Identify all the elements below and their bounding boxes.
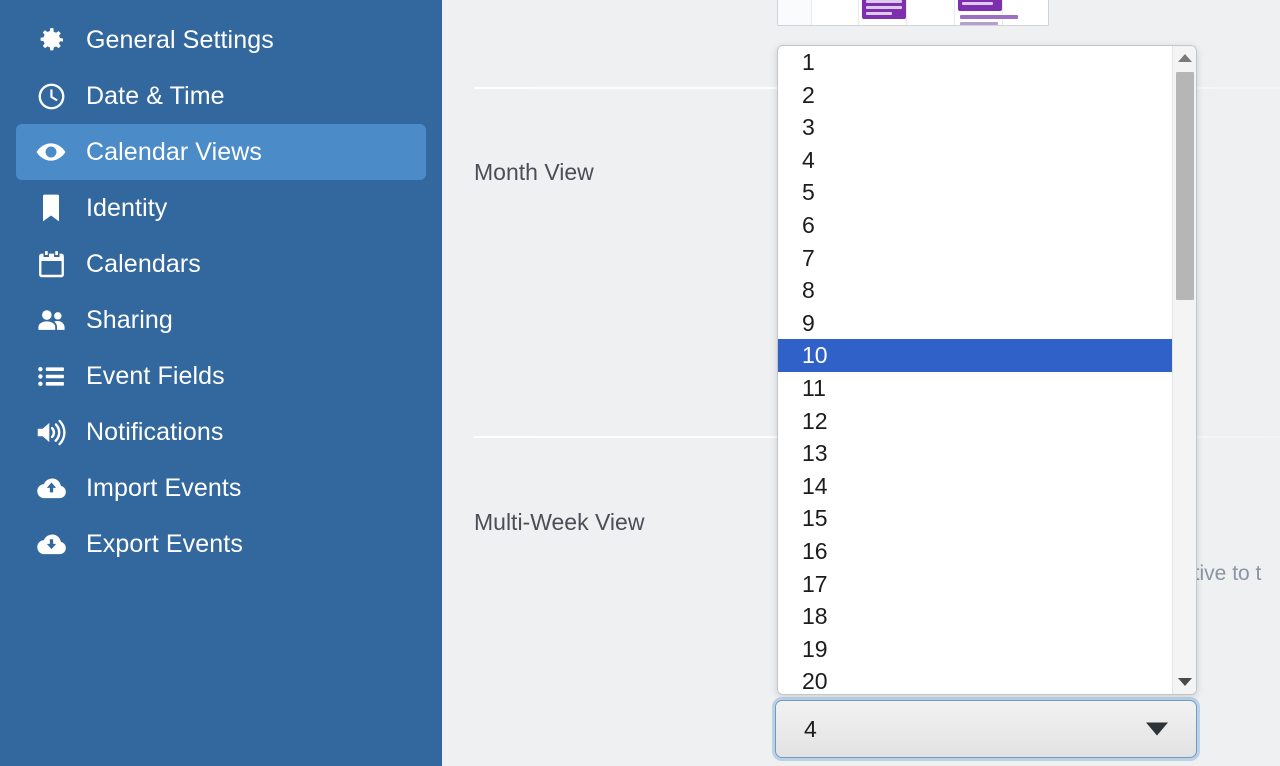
preview-grid [778,0,1048,25]
dropdown-option[interactable]: 5 [778,176,1172,209]
sidebar-item-sharing[interactable]: Sharing [16,292,426,348]
people-icon [30,304,72,337]
dropdown-option[interactable]: 19 [778,633,1172,666]
multi-week-view-label: Multi-Week View [474,509,645,535]
sidebar-item-label: Import Events [86,473,242,502]
sidebar-item-export-events[interactable]: Export Events [16,516,426,572]
dropdown-options-panel[interactable]: 1 2 3 4 5 6 7 8 9 10 11 12 13 14 15 16 1… [777,45,1197,695]
list-icon [30,361,72,392]
preview-event-text [960,22,998,25]
dropdown-option[interactable]: 2 [778,79,1172,112]
sidebar-item-import-events[interactable]: Import Events [16,460,426,516]
preview-time-gutter [778,0,812,25]
scroll-up-arrow-icon[interactable] [1173,46,1196,70]
month-view-label: Month View [474,159,594,185]
speaker-icon [30,416,72,449]
gear-icon [30,24,72,56]
dropdown-option[interactable]: 12 [778,405,1172,438]
dropdown-option[interactable]: 6 [778,209,1172,242]
dropdown-option[interactable]: 14 [778,470,1172,503]
dropdown-option[interactable]: 4 [778,144,1172,177]
sidebar-item-label: Date & Time [86,81,225,110]
sidebar-navigation: General Settings Date & Time Calendar Vi… [0,0,442,766]
sidebar-item-label: Identity [86,193,168,222]
chevron-down-icon [1146,722,1168,736]
sidebar-item-notifications[interactable]: Notifications [16,404,426,460]
sidebar-item-general-settings[interactable]: General Settings [16,12,426,68]
sidebar-item-event-fields[interactable]: Event Fields [16,348,426,404]
preview-column-line [1002,0,1003,25]
dropdown-option[interactable]: 18 [778,600,1172,633]
sidebar-item-label: Calendars [86,249,201,278]
eye-icon [30,136,72,168]
dropdown-option[interactable]: 15 [778,502,1172,535]
sidebar-item-label: Export Events [86,529,243,558]
sidebar-item-identity[interactable]: Identity [16,180,426,236]
dropdown-option-selected[interactable]: 10 [778,339,1172,372]
preview-event-text [960,15,1018,19]
preview-column-line [954,0,955,25]
multi-week-count-select[interactable]: 4 [775,700,1197,758]
dropdown-option[interactable]: 17 [778,568,1172,601]
sidebar-item-calendar-views[interactable]: Calendar Views [16,124,426,180]
scroll-down-arrow-icon[interactable] [1173,670,1196,694]
sidebar-item-label: Event Fields [86,361,225,390]
sidebar-item-calendars[interactable]: Calendars [16,236,426,292]
cloud-upload-icon [30,472,72,505]
cloud-download-icon [30,528,72,561]
dropdown-option[interactable]: 1 [778,46,1172,79]
preview-event-block [958,0,1002,11]
calendar-icon [30,249,72,280]
sidebar-item-label: Calendar Views [86,137,263,166]
preview-column-line [906,0,907,25]
clock-icon [30,81,72,112]
dropdown-option[interactable]: 3 [778,111,1172,144]
dropdown-option[interactable]: 8 [778,274,1172,307]
calendar-preview-thumbnail[interactable] [777,0,1049,26]
sidebar-item-label: General Settings [86,25,274,54]
dropdown-option[interactable]: 7 [778,242,1172,275]
bookmark-icon [30,192,72,224]
sidebar-item-date-time[interactable]: Date & Time [16,68,426,124]
sidebar-item-label: Notifications [86,417,224,446]
dropdown-option[interactable]: 11 [778,372,1172,405]
sidebar-item-label: Sharing [86,305,173,334]
dropdown-option[interactable]: 20 [778,665,1172,694]
preview-event-block [862,0,906,19]
dropdown-option[interactable]: 16 [778,535,1172,568]
preview-column-line [858,0,859,25]
app-root: General Settings Date & Time Calendar Vi… [0,0,1280,766]
select-value: 4 [804,715,817,742]
scrollbar-thumb[interactable] [1176,72,1194,300]
dropdown-scrollbar[interactable] [1172,46,1196,694]
dropdown-options-list[interactable]: 1 2 3 4 5 6 7 8 9 10 11 12 13 14 15 16 1… [778,46,1172,694]
dropdown-option[interactable]: 9 [778,307,1172,340]
dropdown-option[interactable]: 13 [778,437,1172,470]
